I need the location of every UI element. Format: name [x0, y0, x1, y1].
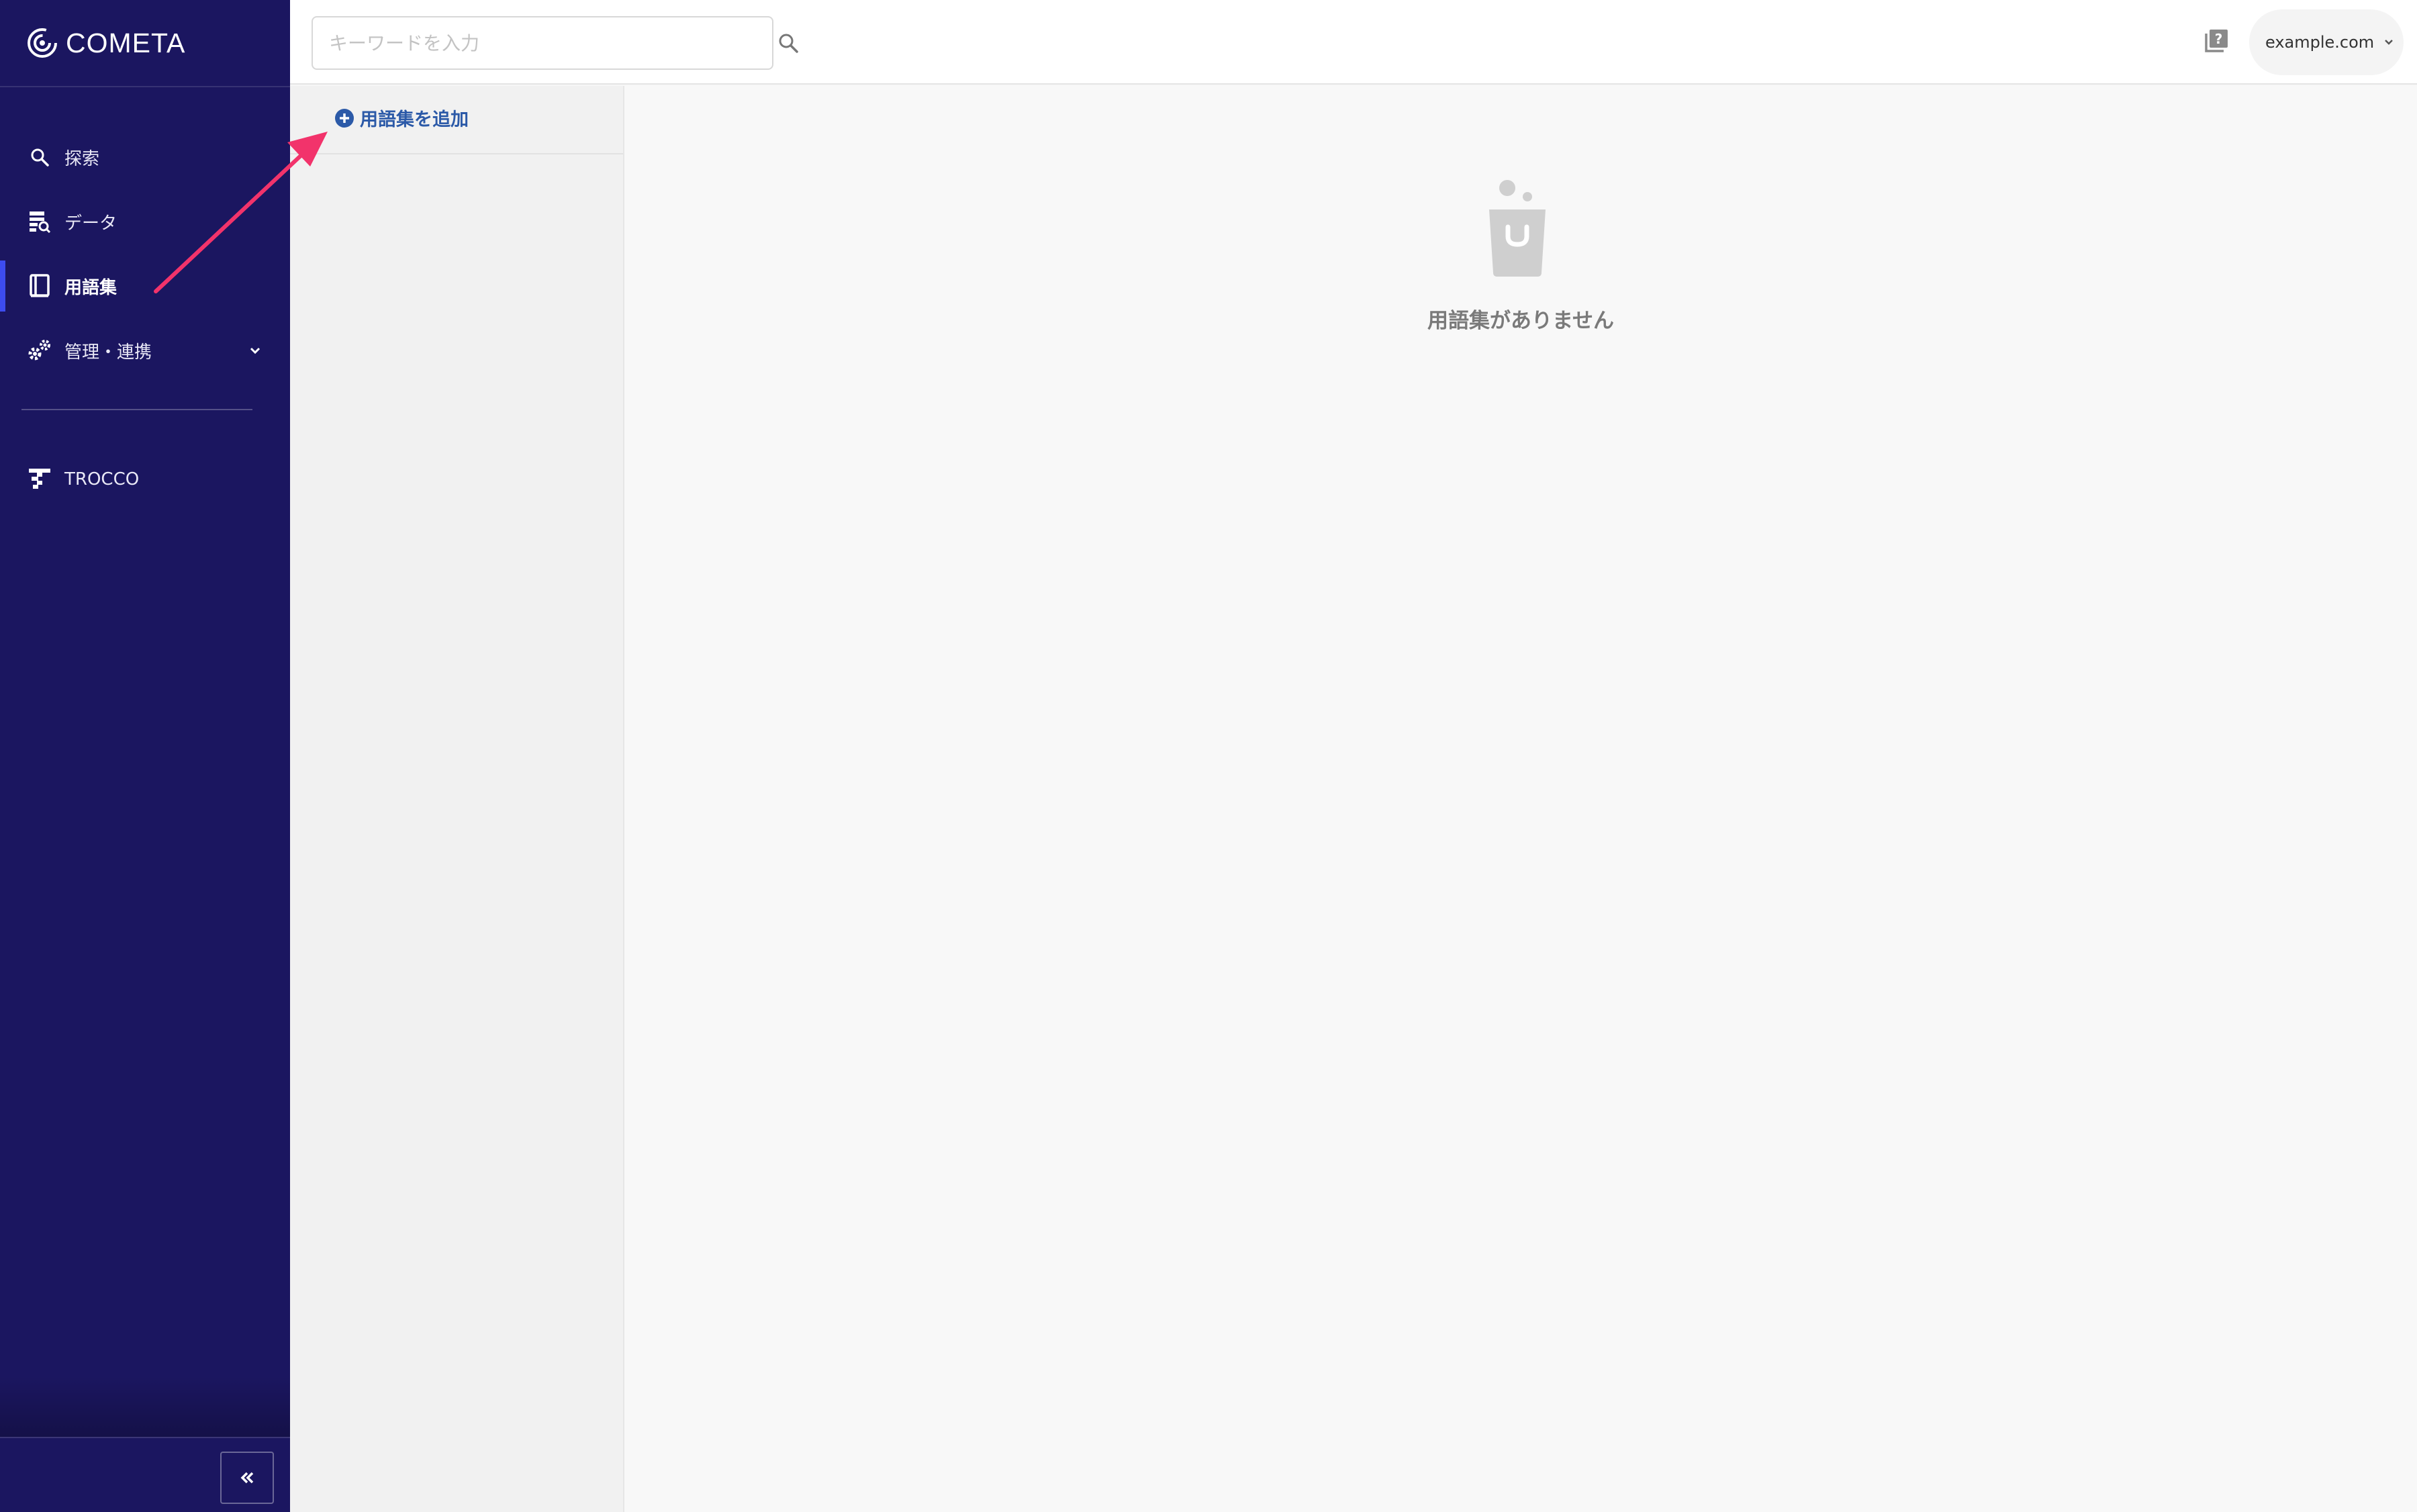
gears-icon — [27, 338, 52, 363]
add-glossary-button[interactable]: 用語集を追加 — [334, 105, 469, 131]
help-button[interactable]: ? — [2203, 27, 2230, 54]
cometa-logo-icon — [28, 28, 57, 58]
chevron-down-icon — [2385, 40, 2394, 45]
sidebar: COMETA 探索 データ 用語集 管理・連携 TROCCO — [0, 0, 290, 1512]
sidebar-item-label: TROCCO — [64, 469, 140, 489]
help-book-icon: ? — [2205, 30, 2228, 52]
account-label: example.com — [2265, 33, 2375, 52]
search-input[interactable] — [312, 16, 773, 70]
divider — [21, 409, 252, 410]
brand-name: COMETA — [66, 27, 186, 58]
search-icon — [779, 34, 798, 53]
divider — [0, 86, 290, 87]
sidebar-footer — [0, 1437, 290, 1512]
main-content: 用語集がありません — [624, 86, 2417, 1512]
book-icon — [27, 273, 52, 299]
add-glossary-label: 用語集を追加 — [360, 109, 469, 130]
sidebar-footer-shadow — [0, 1376, 290, 1437]
data-catalog-icon — [27, 209, 52, 234]
glossary-list-panel: 用語集を追加 — [290, 86, 624, 1512]
app-logo[interactable]: COMETA — [27, 24, 185, 62]
sidebar-item-label: 用語集 — [64, 277, 117, 298]
collapse-sidebar-button[interactable] — [220, 1452, 274, 1504]
top-header: ? example.com — [290, 0, 2417, 85]
search-button[interactable] — [775, 30, 802, 56]
plus-circle-icon — [335, 108, 354, 128]
svg-text:?: ? — [2215, 31, 2223, 47]
sidebar-item-label: データ — [64, 213, 117, 234]
sidebar-item-label: 探索 — [64, 148, 100, 169]
chevron-down-icon — [250, 347, 260, 355]
empty-bucket-icon — [1489, 180, 1546, 277]
search-icon — [27, 144, 52, 170]
double-chevron-left-icon — [240, 1472, 254, 1484]
account-menu[interactable]: example.com — [2249, 9, 2404, 75]
sidebar-item-data[interactable]: データ — [0, 196, 290, 247]
trocco-icon — [27, 467, 52, 492]
sidebar-item-trocco[interactable]: TROCCO — [0, 454, 290, 505]
sidebar-item-admin[interactable]: 管理・連携 — [0, 325, 290, 376]
divider — [290, 153, 623, 154]
empty-state-message: 用語集がありません — [1427, 309, 1615, 333]
sidebar-item-explore[interactable]: 探索 — [0, 132, 290, 183]
sidebar-item-glossary[interactable]: 用語集 — [0, 261, 290, 312]
sidebar-item-label: 管理・連携 — [64, 342, 152, 363]
